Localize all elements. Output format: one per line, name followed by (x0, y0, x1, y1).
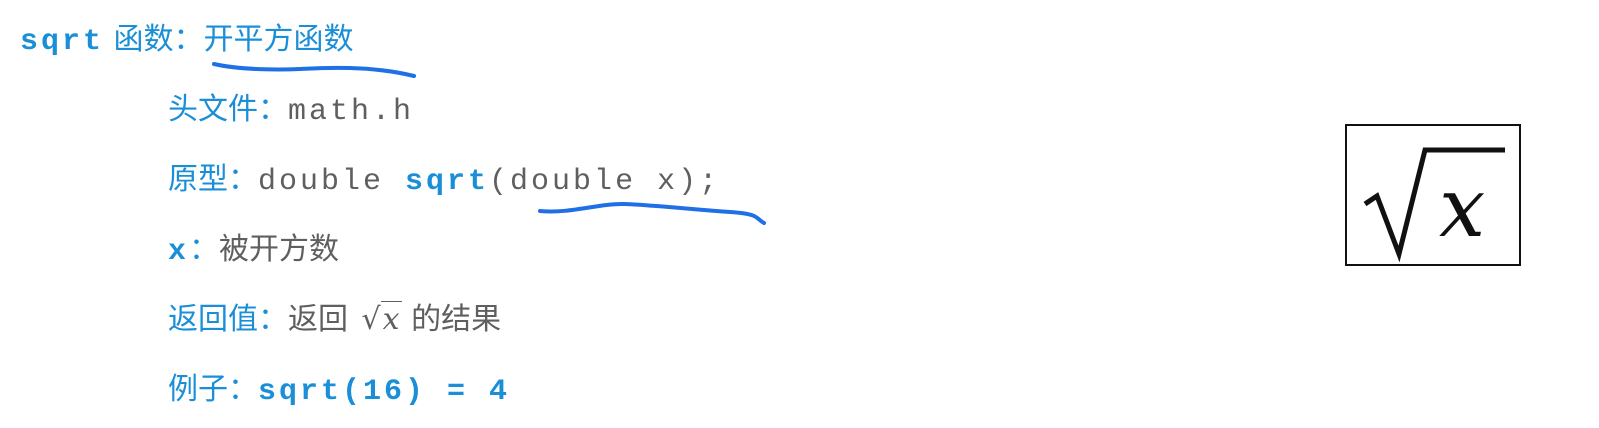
prototype-function-name: sqrt (405, 165, 490, 199)
example-code: sqrt(16) = 4 (258, 375, 511, 409)
prototype-return-type: double (258, 165, 406, 199)
return-value-line: 返回值：返回 √x 的结果 (168, 300, 501, 340)
title-function-name: sqrt (20, 25, 105, 59)
title-suffix: 函数： (104, 22, 204, 57)
return-value-prefix: 返回 (288, 302, 358, 337)
prototype-underline-annotation (538, 201, 766, 225)
sqrt-symbol-graphic: x (1363, 147, 1505, 263)
prototype-line: 原型：double sqrt(double x); (168, 160, 720, 202)
return-value-label: 返回值： (168, 302, 288, 337)
example-line: 例子：sqrt(16) = 4 (168, 370, 510, 412)
header-file-value: math.h (288, 95, 415, 129)
sqrt-formula-box: x (1345, 124, 1521, 266)
parameter-description: 被开方数 (219, 232, 340, 267)
parameter-separator: ： (189, 232, 220, 267)
title-underline-annotation (212, 62, 416, 78)
prototype-arguments: (double x); (489, 165, 721, 199)
boxed-radicand: x (1439, 161, 1485, 256)
header-file-label: 头文件： (168, 92, 288, 127)
sqrt-x-inline-formula: √x (361, 301, 402, 337)
parameter-line: x：被开方数 (168, 230, 339, 272)
title-description: 开平方函数 (203, 22, 354, 57)
title-line: sqrt 函数：开平方函数 (20, 20, 354, 62)
prototype-label: 原型： (168, 162, 258, 197)
header-file-line: 头文件：math.h (168, 90, 414, 132)
return-value-suffix: 的结果 (401, 302, 502, 337)
example-label: 例子： (168, 372, 258, 407)
parameter-name: x (168, 235, 190, 269)
inline-radicand: x (382, 302, 400, 337)
